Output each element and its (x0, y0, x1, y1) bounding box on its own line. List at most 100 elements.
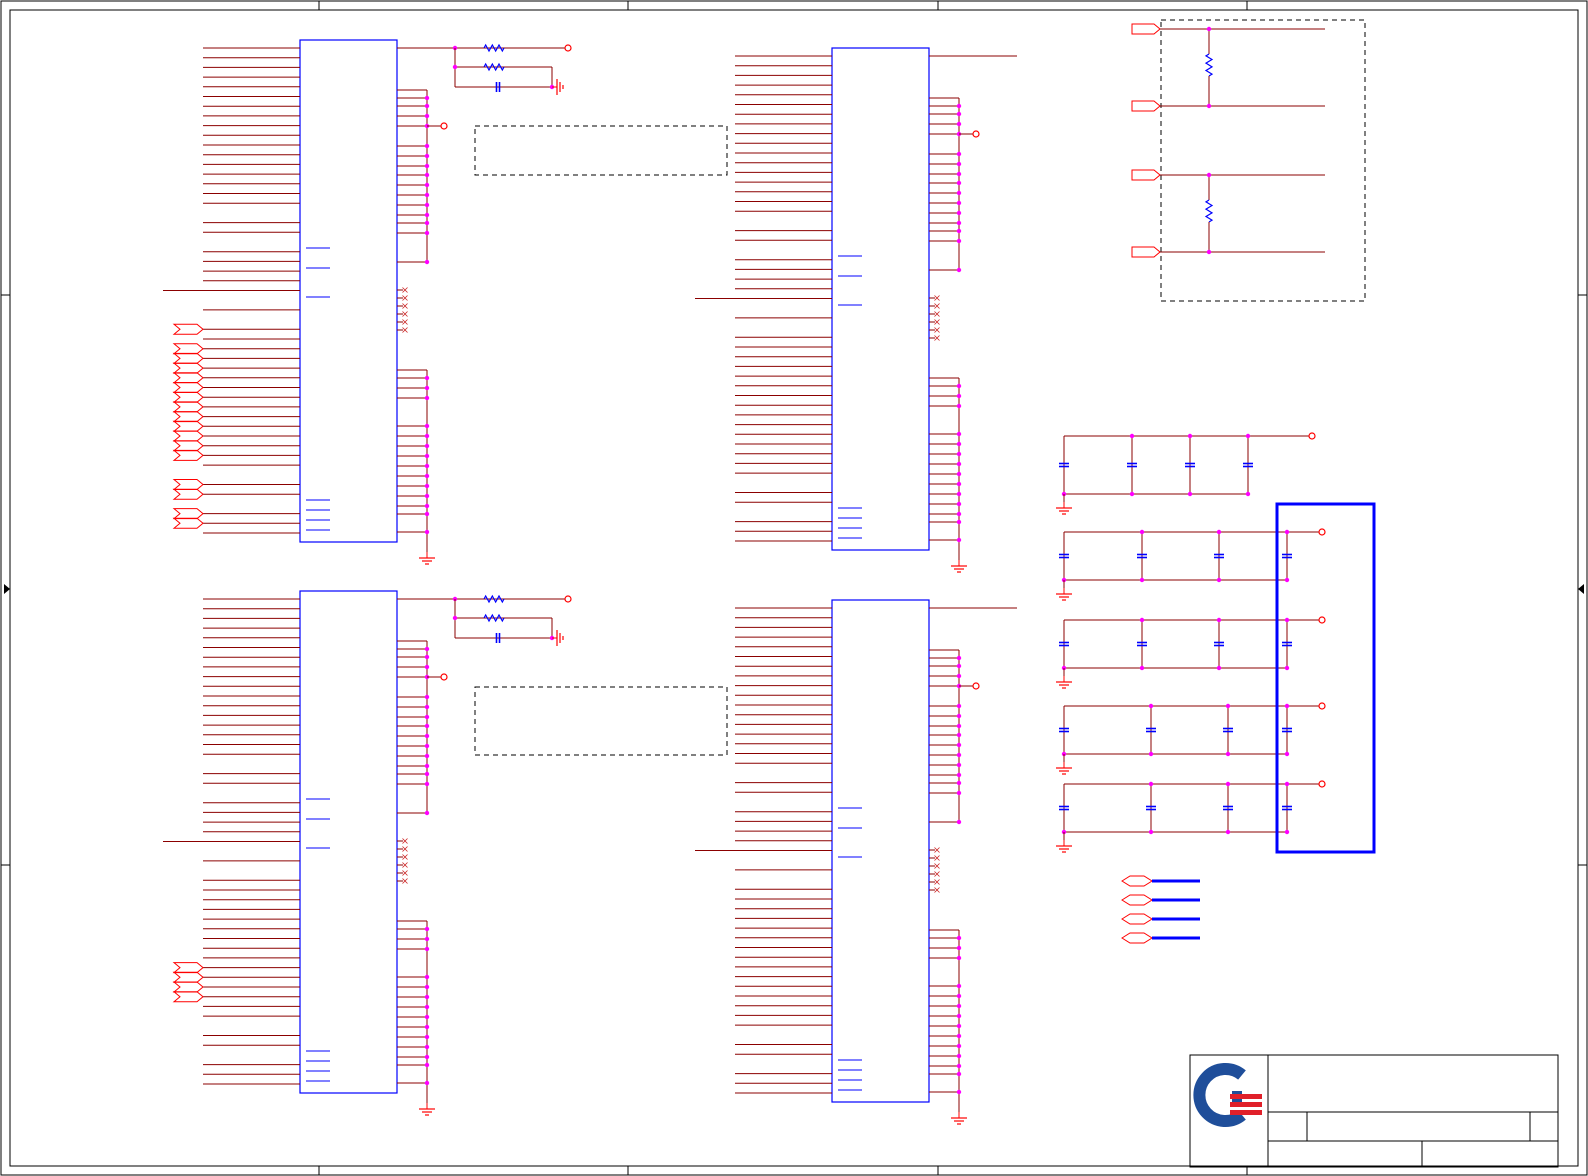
junction-dot (956, 441, 962, 447)
junction-dot (1284, 529, 1290, 535)
power-port (440, 122, 448, 130)
net-port (172, 352, 204, 364)
junction-dot (956, 519, 962, 525)
junction-dot (956, 983, 962, 989)
junction-dot (956, 945, 962, 951)
junction-dot (424, 694, 430, 700)
power-port (972, 682, 980, 690)
net-port (172, 382, 204, 393)
junction-dot (956, 471, 962, 477)
junction-dot (424, 936, 430, 942)
junction-dot (1206, 103, 1212, 109)
junction-dot (956, 790, 962, 796)
junction-dot (424, 443, 430, 449)
zone-arrow (1578, 584, 1584, 594)
net-port (1121, 894, 1153, 906)
junction-dot (424, 1034, 430, 1040)
ic-body (831, 47, 930, 551)
junction-dot (452, 615, 458, 621)
junction-dot (956, 180, 962, 186)
logo-stripe (1230, 1102, 1262, 1107)
junction-dot (424, 375, 430, 381)
net-port (172, 971, 204, 983)
junction-dot (956, 1013, 962, 1019)
junction-dot (1206, 249, 1212, 255)
junction-dot (1284, 577, 1290, 583)
junction-dot (424, 423, 430, 429)
junction-dot (956, 1003, 962, 1009)
net-port (1121, 875, 1153, 887)
net-port (172, 372, 204, 384)
junction-dot (956, 121, 962, 127)
net-port (172, 440, 204, 452)
junction-dot (424, 994, 430, 1000)
title-block (1189, 1054, 1559, 1168)
junction-dot (1129, 491, 1135, 497)
junction-dot (956, 161, 962, 167)
junction-dot (424, 1014, 430, 1020)
junction-dot (956, 537, 962, 543)
junction-dot (956, 200, 962, 206)
power-port (564, 44, 572, 52)
junction-dot (956, 481, 962, 487)
junction-dot (452, 64, 458, 70)
junction-dot (956, 103, 962, 109)
junction-dot (424, 395, 430, 401)
power-port (972, 130, 980, 138)
junction-dot (424, 529, 430, 535)
junction-dot (424, 230, 430, 236)
junction-dot (956, 1063, 962, 1069)
junction-dot (1284, 617, 1290, 623)
decoupling-capacitors (1056, 432, 1376, 854)
junction-dot (1225, 703, 1231, 709)
junction-dot (424, 212, 430, 218)
junction-dot (424, 1054, 430, 1060)
junction-dot (956, 171, 962, 177)
junction-dot (956, 993, 962, 999)
junction-dot (1225, 781, 1231, 787)
junction-dot (424, 1080, 430, 1086)
net-port (1131, 100, 1161, 112)
junction-dot (956, 431, 962, 437)
power-port (564, 595, 572, 603)
junction-dot (956, 393, 962, 399)
net-port (172, 488, 204, 500)
junction-dot (424, 763, 430, 769)
junction-dot (956, 780, 962, 786)
junction-dot (424, 1024, 430, 1030)
junction-dot (1139, 529, 1145, 535)
junction-dot (424, 259, 430, 265)
junction-dot (1284, 665, 1290, 671)
junction-dot (424, 926, 430, 932)
junction-dot (1245, 491, 1251, 497)
junction-dot (424, 103, 430, 109)
net-port (172, 508, 204, 520)
net-port (172, 430, 204, 442)
resistor (483, 613, 505, 623)
junction-dot (424, 646, 430, 652)
junction-dot (424, 473, 430, 479)
net-port (172, 420, 204, 432)
ic-symbols (163, 39, 1017, 1125)
junction-dot (424, 733, 430, 739)
termination-box (1160, 19, 1366, 302)
junction-dot (424, 163, 430, 169)
power-port (1308, 432, 1316, 440)
junction-dot (956, 403, 962, 409)
junction-dot (956, 111, 962, 117)
junction-dot (1148, 703, 1154, 709)
junction-dot (424, 723, 430, 729)
junction-dot (956, 1071, 962, 1077)
power-port (1318, 780, 1326, 788)
junction-dot (956, 238, 962, 244)
junction-dot (424, 220, 430, 226)
note-box (474, 686, 728, 756)
junction-dot (1284, 703, 1290, 709)
power-port (1318, 616, 1326, 624)
junction-dot (424, 511, 430, 517)
junction-dot (1225, 829, 1231, 835)
junction-dot (424, 503, 430, 509)
power-port (1318, 702, 1326, 710)
junction-dot (1216, 529, 1222, 535)
junction-dot (1206, 26, 1212, 32)
